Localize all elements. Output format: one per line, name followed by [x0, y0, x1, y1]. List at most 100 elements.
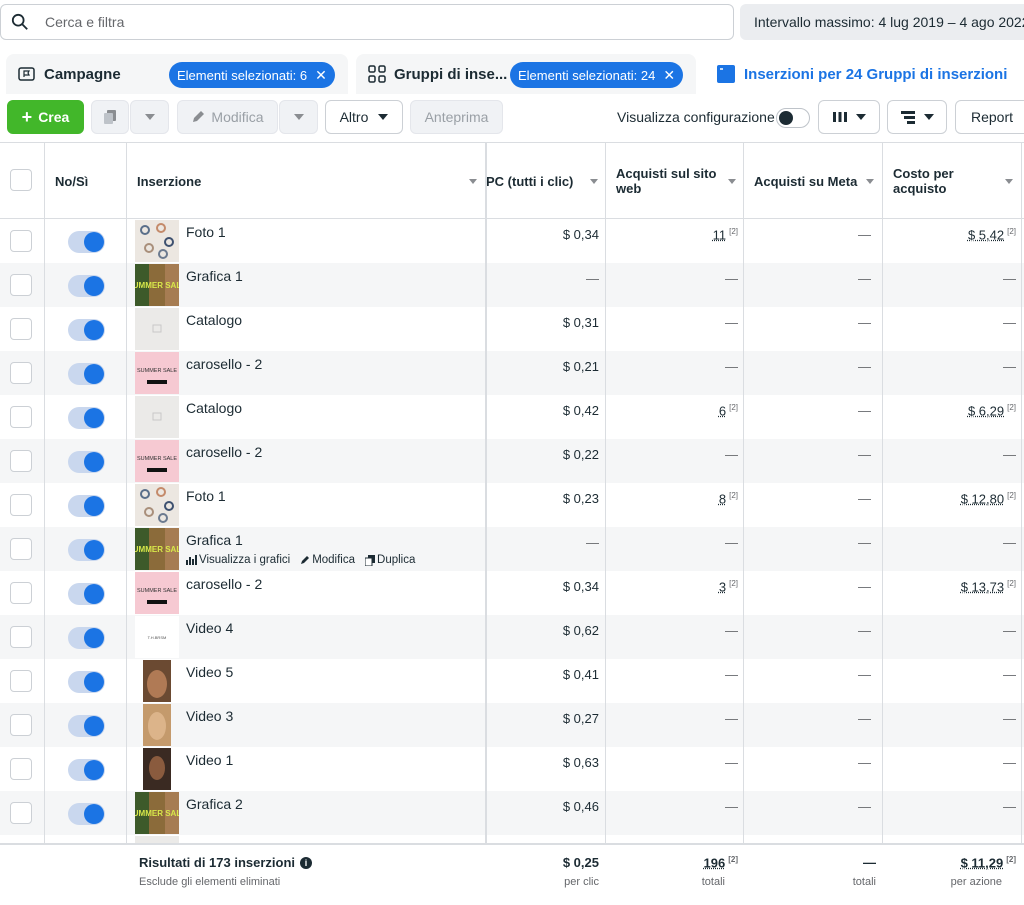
ad-name[interactable]: Grafica 2 — [186, 796, 243, 812]
sort-icon[interactable] — [866, 179, 874, 184]
duplicate-button[interactable] — [91, 100, 129, 134]
preview-button[interactable]: Anteprima — [410, 100, 503, 134]
ad-toggle[interactable] — [68, 319, 105, 341]
cell-cost[interactable]: $ 6,29 [2] — [968, 403, 1016, 418]
more-button[interactable]: Altro — [325, 100, 403, 134]
create-button[interactable]: + Crea — [7, 100, 84, 134]
table-row[interactable]: SUMMER SALE carosello - 2 $ 0,21 — — — — [0, 351, 1024, 395]
ad-name[interactable]: Video 1 — [186, 752, 233, 768]
ad-toggle[interactable] — [68, 363, 105, 385]
ad-toggle[interactable] — [68, 715, 105, 737]
breakdown-button[interactable] — [887, 100, 947, 134]
ad-name[interactable]: Foto 1 — [186, 224, 226, 240]
view-config-toggle[interactable] — [776, 108, 810, 128]
view-charts-link[interactable]: Visualizza i grafici — [186, 554, 290, 566]
columns-button[interactable] — [818, 100, 880, 134]
ad-toggle[interactable] — [68, 407, 105, 429]
table-row[interactable]: Catalogo $ 0,31 — — — — [0, 307, 1024, 351]
row-checkbox[interactable] — [10, 714, 32, 736]
table-row[interactable]: Video 5 $ 0,41 — — — — [0, 659, 1024, 703]
table-row[interactable]: Catalogo $ 0,42 6 [2] — $ 6,29 [2] — [0, 395, 1024, 439]
header-web-purchases[interactable]: Acquisti sul sito web — [606, 143, 726, 219]
ad-toggle[interactable] — [68, 451, 105, 473]
row-checkbox[interactable] — [10, 670, 32, 692]
ad-toggle[interactable] — [68, 627, 105, 649]
ad-toggle[interactable] — [68, 583, 105, 605]
row-checkbox[interactable] — [10, 318, 32, 340]
row-checkbox[interactable] — [10, 538, 32, 560]
sort-icon[interactable] — [728, 179, 736, 184]
ad-toggle[interactable] — [68, 759, 105, 781]
table-row[interactable]: SUMMER SALE carosello - 2 $ 0,22 — — — — [0, 439, 1024, 483]
close-icon[interactable]: ✕ — [315, 67, 327, 84]
report-button[interactable]: Report — [955, 100, 1024, 134]
table-row[interactable]: Foto 1 $ 0,34 11 [2] — $ 5,42 [2] — [0, 219, 1024, 263]
cell-cost[interactable]: $ 13,73 [2] — [961, 579, 1016, 594]
ad-name[interactable]: carosello - 2 — [186, 444, 262, 460]
ad-toggle[interactable] — [68, 275, 105, 297]
edit-button[interactable]: Modifica — [177, 100, 278, 134]
date-range-button[interactable]: Intervallo massimo: 4 lug 2019 – 4 ago 2… — [740, 4, 1024, 40]
tab-adsets[interactable]: Gruppi di inse... Elementi selezionati: … — [356, 54, 696, 94]
ad-name[interactable]: Video 5 — [186, 664, 233, 680]
cell-cost[interactable]: $ 5,42 [2] — [968, 227, 1016, 242]
row-checkbox[interactable] — [10, 758, 32, 780]
ad-toggle[interactable] — [68, 803, 105, 825]
campaigns-selected-pill[interactable]: Elementi selezionati: 6 ✕ — [169, 62, 335, 88]
search-bar[interactable]: Cerca e filtra — [0, 4, 734, 40]
row-checkbox[interactable] — [10, 450, 32, 472]
header-cost-per-purchase[interactable]: Costo per acquisto — [883, 143, 983, 219]
cell-web[interactable]: 8 [2] — [719, 491, 738, 506]
select-all-checkbox[interactable] — [10, 169, 32, 191]
edit-dropdown[interactable] — [279, 100, 318, 134]
row-checkbox[interactable] — [10, 230, 32, 252]
cell-web[interactable]: 11 [2] — [713, 227, 738, 242]
duplicate-link[interactable]: Duplica — [365, 554, 415, 566]
ad-toggle[interactable] — [68, 671, 105, 693]
ad-name[interactable]: Video 3 — [186, 708, 233, 724]
row-checkbox[interactable] — [10, 494, 32, 516]
row-checkbox[interactable] — [10, 362, 32, 384]
footer-cost[interactable]: $ 11,29 — [961, 855, 1004, 870]
row-checkbox[interactable] — [10, 582, 32, 604]
ad-name[interactable]: Video 4 — [186, 620, 233, 636]
edit-link[interactable]: Modifica — [300, 554, 355, 566]
ad-toggle[interactable] — [68, 539, 105, 561]
table-row[interactable]: Video 1 $ 0,63 — — — — [0, 747, 1024, 791]
ad-name[interactable]: Grafica 1 — [186, 268, 243, 284]
ad-name[interactable]: carosello - 2 — [186, 576, 262, 592]
ad-name[interactable]: Foto 1 — [186, 488, 226, 504]
ad-toggle[interactable] — [68, 495, 105, 517]
row-checkbox[interactable] — [10, 406, 32, 428]
duplicate-dropdown[interactable] — [130, 100, 169, 134]
tab-ads[interactable]: Inserzioni per 24 Gruppi di inserzioni — [704, 54, 1024, 94]
table-row[interactable]: SUMMER SALE Grafica 2 $ 0,46 — — — — [0, 791, 1024, 835]
ad-name[interactable]: carosello - 2 — [186, 356, 262, 372]
ad-name[interactable]: Catalogo — [186, 312, 242, 328]
sort-icon[interactable] — [1005, 179, 1013, 184]
ad-name[interactable]: Catalogo — [186, 400, 242, 416]
row-checkbox[interactable] — [10, 626, 32, 648]
row-checkbox[interactable] — [10, 802, 32, 824]
tab-campaigns[interactable]: Campagne Elementi selezionati: 6 ✕ — [6, 54, 348, 94]
cell-web[interactable]: 6 [2] — [719, 403, 738, 418]
table-row[interactable]: T.H.BRSM Video 4 $ 0,62 — — — — [0, 615, 1024, 659]
header-toggle[interactable]: No/Sì — [45, 143, 127, 219]
row-checkbox[interactable] — [10, 274, 32, 296]
header-ad[interactable]: Inserzione — [127, 143, 485, 219]
header-meta-purchases[interactable]: Acquisti su Meta — [744, 143, 874, 219]
footer-web[interactable]: 196 — [704, 855, 726, 870]
table-row[interactable]: Video 3 $ 0,27 — — — — [0, 703, 1024, 747]
search-input[interactable]: Cerca e filtra — [45, 14, 124, 30]
table-row[interactable]: Foto 1 $ 0,23 8 [2] — $ 12,80 [2] — [0, 483, 1024, 527]
cell-web[interactable]: 3[2] — [719, 579, 738, 594]
sort-icon[interactable] — [590, 179, 598, 184]
cell-cost[interactable]: $ 12,80 [2] — [961, 491, 1016, 506]
ad-toggle[interactable] — [68, 231, 105, 253]
close-icon[interactable]: ✕ — [663, 67, 675, 84]
header-cpc[interactable]: PC (tutti i clic) — [476, 143, 604, 219]
ad-name[interactable]: Grafica 1 — [186, 532, 243, 548]
adsets-selected-pill[interactable]: Elementi selezionati: 24 ✕ — [510, 62, 684, 88]
table-row[interactable]: SUMMER SALE Grafica 1 — — — — — [0, 263, 1024, 307]
table-row[interactable]: SUMMER SALE carosello - 2 $ 0,34 3 [2] — $ 13,… — [0, 571, 1024, 615]
